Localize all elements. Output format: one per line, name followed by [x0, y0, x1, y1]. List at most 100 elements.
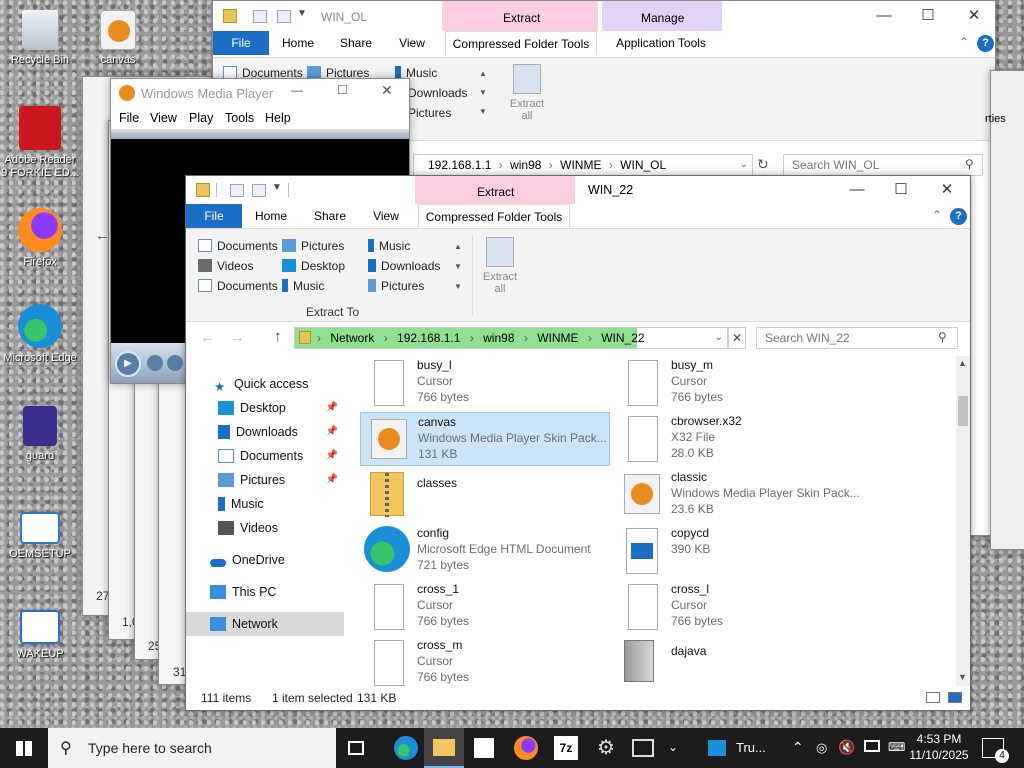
tab-share[interactable]: Share: [304, 204, 356, 228]
file-item[interactable]: cross_1 Cursor 766 bytes: [360, 580, 610, 634]
ribbon-documents-2[interactable]: Documents: [198, 279, 278, 293]
camera-icon[interactable]: ◎: [816, 740, 827, 756]
file-item[interactable]: classic Windows Media Player Skin Pack..…: [614, 468, 864, 522]
maximize-button[interactable]: ☐: [905, 1, 951, 31]
desktop-icon-wakeup[interactable]: WAKEUP: [0, 606, 80, 661]
wmp-title-bar[interactable]: Windows Media Player — ☐ ✕: [111, 79, 409, 107]
ribbon-videos[interactable]: Videos: [198, 259, 253, 273]
chevron-down-icon[interactable]: ⌄: [740, 155, 748, 175]
tab-view[interactable]: View: [389, 31, 435, 55]
ribbon-desktop[interactable]: Desktop: [282, 259, 345, 273]
nav-downloads[interactable]: Downloads 📌: [186, 420, 344, 444]
chevron-down-icon[interactable]: ⌄: [668, 740, 678, 754]
ribbon-downloads[interactable]: Downloads: [368, 259, 440, 273]
minimize-button[interactable]: —: [291, 83, 303, 97]
chevron-down-icon[interactable]: ▼: [297, 8, 307, 19]
partial-window-right[interactable]: rties: [985, 70, 1024, 550]
new-folder-icon[interactable]: [252, 184, 266, 197]
ribbon-scroll[interactable]: ▲ ▼ ▼: [477, 64, 489, 122]
menu-tools[interactable]: Tools: [225, 107, 254, 129]
nav-desktop[interactable]: Desktop 📌: [186, 396, 344, 420]
refresh-icon[interactable]: ↻: [757, 156, 769, 173]
desktop-icon-edge[interactable]: Microsoft Edge: [0, 304, 80, 365]
menu-help[interactable]: Help: [265, 107, 291, 129]
extract-all-button[interactable]: Extract all: [478, 235, 522, 295]
start-button[interactable]: [0, 728, 48, 768]
vertical-scrollbar[interactable]: ▲ ▼: [956, 356, 970, 686]
file-item[interactable]: busy_l Cursor 766 bytes: [360, 356, 610, 410]
desktop-icon-recycle-bin[interactable]: Recycle Bin: [0, 10, 80, 67]
file-item[interactable]: dajava: [614, 636, 864, 686]
ribbon-pictures[interactable]: Pictures: [282, 239, 344, 253]
tab-application-tools[interactable]: Application Tools: [605, 31, 717, 55]
help-icon[interactable]: ?: [950, 208, 967, 225]
prev-button[interactable]: [167, 355, 183, 371]
store-icon[interactable]: [474, 738, 494, 758]
ribbon-scroll[interactable]: ▲ ▼ ▼: [452, 237, 464, 297]
large-icons-view-icon[interactable]: [948, 692, 962, 703]
scroll-down-icon[interactable]: ▼: [958, 672, 967, 682]
tab-file[interactable]: File: [213, 31, 269, 55]
minimize-button[interactable]: —: [834, 176, 880, 204]
maximize-button[interactable]: ☐: [878, 176, 924, 204]
desktop-icon-guard[interactable]: guard: [0, 406, 80, 463]
play-button[interactable]: ▶: [115, 351, 141, 377]
network-icon[interactable]: [864, 740, 880, 752]
file-item[interactable]: config Microsoft Edge HTML Document 721 …: [360, 524, 610, 578]
menu-view[interactable]: View: [150, 107, 177, 129]
ribbon-pictures-2[interactable]: Pictures: [368, 279, 424, 293]
scroll-up-icon[interactable]: ▲: [958, 358, 967, 368]
explorer-window-win-22[interactable]: ▼ Extract WIN_22 — ☐ ✕ File Home Share V…: [185, 175, 971, 711]
tab-file[interactable]: File: [186, 204, 242, 228]
tab-home[interactable]: Home: [246, 204, 296, 228]
search-input[interactable]: Search WIN_22: [756, 327, 958, 349]
tab-compressed-folder-tools[interactable]: Compressed Folder Tools: [445, 31, 597, 55]
close-button[interactable]: ✕: [951, 1, 997, 31]
help-icon[interactable]: ?: [977, 35, 994, 52]
close-button[interactable]: ✕: [924, 176, 970, 204]
properties-icon[interactable]: [253, 10, 267, 23]
tab-view[interactable]: View: [362, 204, 410, 228]
weather-widget[interactable]: Tru...: [700, 728, 780, 768]
ribbon-documents[interactable]: Documents: [198, 239, 278, 253]
language-icon[interactable]: ⌨: [888, 740, 905, 754]
chevron-up-icon[interactable]: ⌃: [959, 35, 969, 49]
breadcrumb-ip[interactable]: 192.168.1.1: [397, 331, 460, 345]
nav-onedrive[interactable]: OneDrive: [186, 548, 344, 572]
edge-taskbar-icon[interactable]: [394, 736, 418, 760]
taskbar-search[interactable]: ⚲ Type here to search: [48, 728, 336, 768]
title-bar[interactable]: ▼ Extract Manage WIN_OL — ☐ ✕: [213, 1, 995, 31]
nav-videos[interactable]: Videos: [186, 516, 344, 540]
tab-compressed-folder-tools[interactable]: Compressed Folder Tools: [418, 204, 570, 228]
task-view-icon[interactable]: [348, 741, 364, 755]
search-input[interactable]: Search WIN_OL: [783, 154, 983, 176]
gear-icon[interactable]: ⚙: [594, 736, 618, 760]
clock[interactable]: 4:53 PM 11/10/2025: [904, 731, 974, 763]
volume-icon[interactable]: 🔇: [838, 739, 855, 756]
stop-button[interactable]: [147, 355, 163, 371]
tab-home[interactable]: Home: [273, 31, 323, 55]
file-item[interactable]: cross_m Cursor 766 bytes: [360, 636, 610, 686]
clear-address-icon[interactable]: ✕: [728, 327, 746, 349]
desktop-icon-adobe-reader[interactable]: Adobe Reader 9 FORKIE ED...: [0, 106, 80, 180]
nav-pictures[interactable]: Pictures 📌: [186, 468, 344, 492]
desktop-icon-firefox[interactable]: Firefox: [0, 208, 80, 269]
address-bar[interactable]: › Network › 192.168.1.1 › win98 › WINME …: [294, 327, 728, 349]
nav-quick-access[interactable]: ★ Quick access: [186, 372, 344, 396]
chevron-down-icon[interactable]: ⌄: [715, 328, 723, 348]
breadcrumb-network[interactable]: Network: [330, 331, 374, 345]
address-bar[interactable]: 192.168.1.1 › win98 › WINME › WIN_OL ⌄: [413, 154, 753, 176]
up-arrow-icon[interactable]: ↑: [274, 328, 282, 345]
file-item[interactable]: classes: [360, 468, 610, 522]
chevron-up-icon[interactable]: ⌃: [792, 739, 804, 756]
breadcrumb-win22[interactable]: WIN_22: [601, 331, 644, 345]
nav-documents[interactable]: Documents 📌: [186, 444, 344, 468]
extract-all-button[interactable]: Extract all: [505, 62, 549, 122]
menu-file[interactable]: File: [119, 107, 139, 129]
file-item[interactable]: cross_l Cursor 766 bytes: [614, 580, 864, 634]
file-item[interactable]: copycd 390 KB: [614, 524, 864, 578]
file-item-selected[interactable]: canvas Windows Media Player Skin Pack...…: [360, 412, 610, 466]
properties-icon[interactable]: [230, 184, 244, 197]
chevron-up-icon[interactable]: ⌃: [932, 208, 942, 222]
maximize-button[interactable]: ☐: [337, 83, 348, 97]
